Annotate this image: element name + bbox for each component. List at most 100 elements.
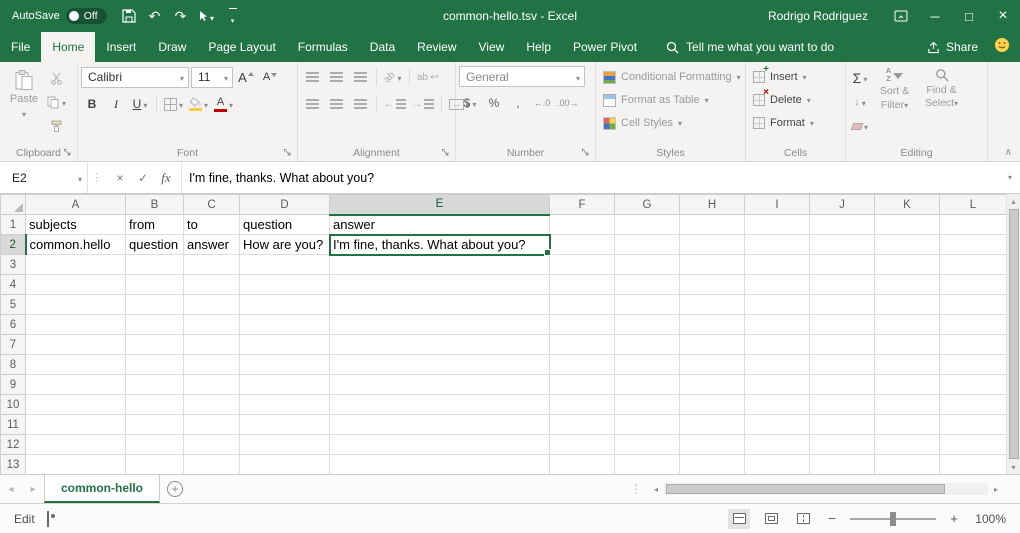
ribbon-tab-draw[interactable]: Draw	[147, 32, 197, 62]
cell-B5[interactable]	[126, 295, 184, 315]
row-header-6[interactable]: 6	[1, 315, 26, 335]
normal-view-button[interactable]	[728, 509, 750, 529]
zoom-slider-thumb[interactable]	[890, 512, 896, 526]
cell-G10[interactable]	[615, 395, 680, 415]
cell-J3[interactable]	[810, 255, 875, 275]
cell-J4[interactable]	[810, 275, 875, 295]
row-header-11[interactable]: 11	[1, 415, 26, 435]
cell-F1[interactable]	[550, 215, 615, 235]
formula-bar-expand-button[interactable]	[1000, 162, 1020, 193]
cell-A9[interactable]	[26, 375, 126, 395]
cell-C1[interactable]: to	[184, 215, 240, 235]
row-header-10[interactable]: 10	[1, 395, 26, 415]
scroll-left-arrow[interactable]: ◂	[648, 485, 664, 494]
cell-E10[interactable]	[330, 395, 550, 415]
cell-K4[interactable]	[875, 275, 940, 295]
cell-K12[interactable]	[875, 435, 940, 455]
autosave-toggle[interactable]: AutoSave Off	[0, 8, 117, 24]
cell-G9[interactable]	[615, 375, 680, 395]
column-header-A[interactable]: A	[26, 195, 126, 215]
cell-B6[interactable]	[126, 315, 184, 335]
cell-J9[interactable]	[810, 375, 875, 395]
fill-button[interactable]: ↓	[849, 91, 871, 113]
cell-F5[interactable]	[550, 295, 615, 315]
decrease-font-size-button[interactable]: A	[259, 66, 281, 88]
cell-E7[interactable]	[330, 335, 550, 355]
cell-L9[interactable]	[940, 375, 1007, 395]
enter-button[interactable]: ✓	[133, 168, 153, 188]
cell-L3[interactable]	[940, 255, 1007, 275]
orientation-button[interactable]: ab	[382, 66, 404, 88]
share-button[interactable]: Share	[927, 40, 978, 54]
minimize-button[interactable]: ─	[918, 0, 952, 32]
wrap-text-button[interactable]: ab↩	[415, 66, 441, 88]
save-button[interactable]	[117, 3, 141, 29]
cell-G12[interactable]	[615, 435, 680, 455]
column-header-E[interactable]: E	[330, 195, 550, 215]
cell-K13[interactable]	[875, 455, 940, 475]
align-center-button[interactable]	[325, 93, 347, 115]
row-header-3[interactable]: 3	[1, 255, 26, 275]
cell-B3[interactable]	[126, 255, 184, 275]
cell-F13[interactable]	[550, 455, 615, 475]
cell-H4[interactable]	[680, 275, 745, 295]
cell-L13[interactable]	[940, 455, 1007, 475]
cell-F11[interactable]	[550, 415, 615, 435]
cell-C6[interactable]	[184, 315, 240, 335]
cell-J11[interactable]	[810, 415, 875, 435]
scroll-down-arrow[interactable]: ▾	[1007, 460, 1020, 474]
ribbon-tab-file[interactable]: File	[0, 32, 41, 62]
cell-H13[interactable]	[680, 455, 745, 475]
cell-A10[interactable]	[26, 395, 126, 415]
cell-F8[interactable]	[550, 355, 615, 375]
column-header-K[interactable]: K	[875, 195, 940, 215]
column-header-B[interactable]: B	[126, 195, 184, 215]
cell-A2[interactable]: common.hello	[26, 235, 126, 255]
cell-F4[interactable]	[550, 275, 615, 295]
cell-I4[interactable]	[745, 275, 810, 295]
name-box[interactable]: E2	[0, 162, 88, 193]
cell-I8[interactable]	[745, 355, 810, 375]
ribbon-tab-review[interactable]: Review	[406, 32, 467, 62]
cell-B1[interactable]: from	[126, 215, 184, 235]
cell-B7[interactable]	[126, 335, 184, 355]
cell-K2[interactable]	[875, 235, 940, 255]
column-header-H[interactable]: H	[680, 195, 745, 215]
cell-I6[interactable]	[745, 315, 810, 335]
cell-G4[interactable]	[615, 275, 680, 295]
page-break-view-button[interactable]	[792, 509, 814, 529]
format-painter-button[interactable]	[45, 115, 68, 137]
cell-G2[interactable]	[615, 235, 680, 255]
row-header-5[interactable]: 5	[1, 295, 26, 315]
column-header-C[interactable]: C	[184, 195, 240, 215]
cell-I10[interactable]	[745, 395, 810, 415]
zoom-in-button[interactable]: +	[946, 511, 962, 526]
formula-input[interactable]: I'm fine, thanks. What about you?	[182, 162, 1000, 193]
find-select-button[interactable]: Find & Select	[918, 66, 965, 110]
cell-C8[interactable]	[184, 355, 240, 375]
cell-K8[interactable]	[875, 355, 940, 375]
cell-I1[interactable]	[745, 215, 810, 235]
bold-button[interactable]: B	[81, 93, 103, 115]
cell-G5[interactable]	[615, 295, 680, 315]
cell-A11[interactable]	[26, 415, 126, 435]
cell-I7[interactable]	[745, 335, 810, 355]
percent-style-button[interactable]: %	[483, 92, 505, 114]
ribbon-display-options-button[interactable]	[884, 0, 918, 32]
cell-A13[interactable]	[26, 455, 126, 475]
cell-H7[interactable]	[680, 335, 745, 355]
increase-decimal-button[interactable]: ←.0	[531, 92, 553, 114]
cell-C9[interactable]	[184, 375, 240, 395]
new-sheet-button[interactable]: +	[160, 475, 190, 503]
cell-A6[interactable]	[26, 315, 126, 335]
cell-L2[interactable]	[940, 235, 1007, 255]
decrease-decimal-button[interactable]: .00→	[555, 92, 581, 114]
cell-I9[interactable]	[745, 375, 810, 395]
cell-D1[interactable]: question	[240, 215, 330, 235]
cell-D10[interactable]	[240, 395, 330, 415]
cell-L1[interactable]	[940, 215, 1007, 235]
select-all-button[interactable]	[1, 195, 26, 215]
cell-L5[interactable]	[940, 295, 1007, 315]
cell-F7[interactable]	[550, 335, 615, 355]
clear-button[interactable]	[849, 115, 871, 137]
